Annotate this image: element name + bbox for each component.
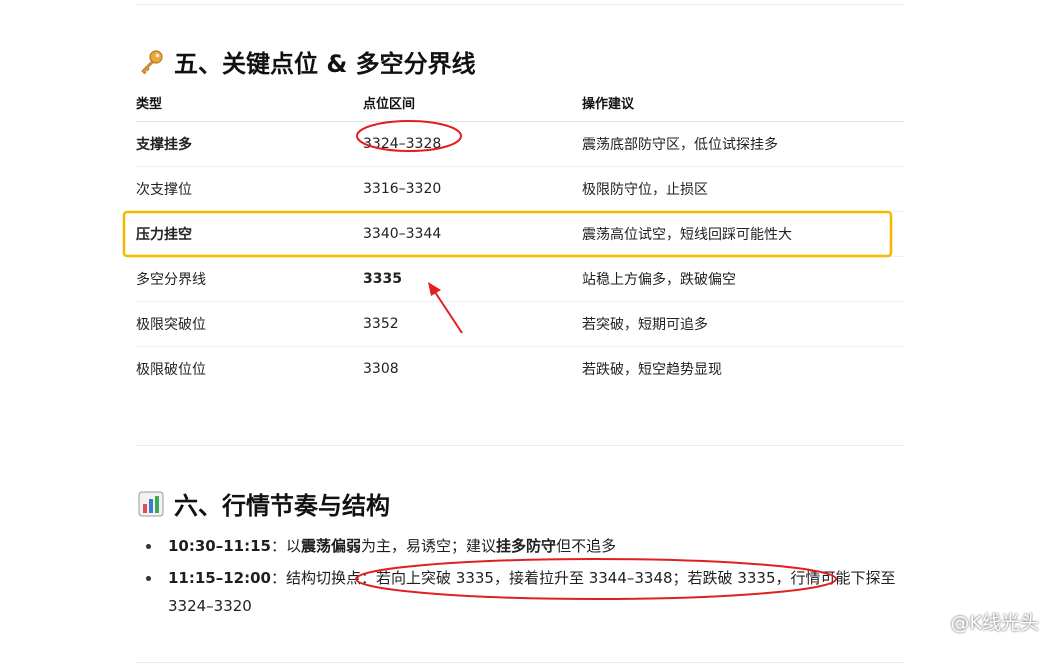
table-row: 极限破位位 3308 若跌破，短空趋势显现 — [136, 347, 904, 392]
table-row: 次支撑位 3316–3320 极限防守位，止损区 — [136, 166, 904, 212]
time-range: 11:15–12:00 — [168, 569, 271, 587]
bottom-divider — [136, 662, 904, 663]
row-advice: 若突破，短期可追多 — [582, 301, 904, 347]
table-header-row: 类型 点位区间 操作建议 — [136, 84, 904, 122]
table-row: 多空分界线 3335 站稳上方偏多，跌破偏空 — [136, 256, 904, 302]
row-advice: 极限防守位，止损区 — [582, 166, 904, 212]
row-range: 3316–3320 — [363, 166, 582, 212]
watermark: @K线光头 — [927, 608, 1039, 635]
item-text: 但不追多 — [556, 537, 617, 555]
list-item: 11:15–12:00：结构切换点：若向上突破 3335，接着拉升至 3344–… — [146, 564, 916, 620]
column-header-type: 类型 — [136, 84, 363, 122]
item-text: 为主，易诱空；建议 — [361, 537, 497, 555]
item-emphasis: 震荡偏弱 — [301, 537, 362, 555]
bar-chart-icon — [138, 491, 164, 517]
section-6-title: 六、行情节奏与结构 — [174, 492, 390, 520]
item-text: ：结构切换点：若向上突破 3335，接着拉升至 3344–3348；若跌破 33… — [168, 569, 896, 615]
section-5-heading: 五、关键点位 & 多空分界线 — [138, 44, 476, 79]
rhythm-list: 10:30–11:15：以震荡偏弱为主，易诱空；建议挂多防守但不追多 11:15… — [146, 532, 916, 624]
row-advice: 震荡高位试空，短线回踩可能性大 — [582, 211, 904, 257]
section-divider — [136, 445, 904, 446]
key-levels-table: 类型 点位区间 操作建议 支撑挂多 3324–3328 震荡底部防守区，低位试探… — [136, 84, 904, 391]
row-advice: 站稳上方偏多，跌破偏空 — [582, 256, 904, 302]
zhihu-logo-icon — [927, 612, 946, 631]
row-advice: 震荡底部防守区，低位试探挂多 — [582, 121, 904, 167]
item-emphasis: 挂多防守 — [496, 537, 557, 555]
list-item: 10:30–11:15：以震荡偏弱为主，易诱空；建议挂多防守但不追多 — [146, 532, 916, 560]
row-type: 多空分界线 — [136, 256, 363, 302]
section-5-title: 五、关键点位 & 多空分界线 — [174, 50, 476, 78]
key-icon — [138, 49, 164, 75]
row-range: 3308 — [363, 361, 399, 377]
row-range: 3340–3344 — [363, 211, 582, 257]
row-advice: 若跌破，短空趋势显现 — [582, 362, 722, 378]
table-row: 支撑挂多 3324–3328 震荡底部防守区，低位试探挂多 — [136, 121, 904, 167]
document-page: 五、关键点位 & 多空分界线 类型 点位区间 操作建议 支撑挂多 3324–33… — [0, 0, 1049, 665]
item-text: ：以 — [271, 537, 302, 555]
row-type: 极限突破位 — [136, 301, 363, 347]
row-type: 次支撑位 — [136, 166, 363, 212]
row-range: 3352 — [363, 301, 582, 347]
table-row: 极限突破位 3352 若突破，短期可追多 — [136, 301, 904, 347]
row-type: 极限破位位 — [136, 362, 206, 378]
column-header-range: 点位区间 — [363, 84, 582, 122]
row-type: 压力挂空 — [136, 211, 363, 257]
table-row: 压力挂空 3340–3344 震荡高位试空，短线回踩可能性大 — [136, 211, 904, 257]
top-divider — [136, 4, 904, 5]
watermark-text: @K线光头 — [950, 612, 1039, 634]
section-6-heading: 六、行情节奏与结构 — [138, 486, 390, 521]
row-range: 3335 — [363, 256, 582, 302]
row-type: 支撑挂多 — [136, 121, 363, 167]
row-range: 3324–3328 — [363, 121, 582, 167]
column-header-advice: 操作建议 — [582, 84, 904, 122]
time-range: 10:30–11:15 — [168, 537, 271, 555]
